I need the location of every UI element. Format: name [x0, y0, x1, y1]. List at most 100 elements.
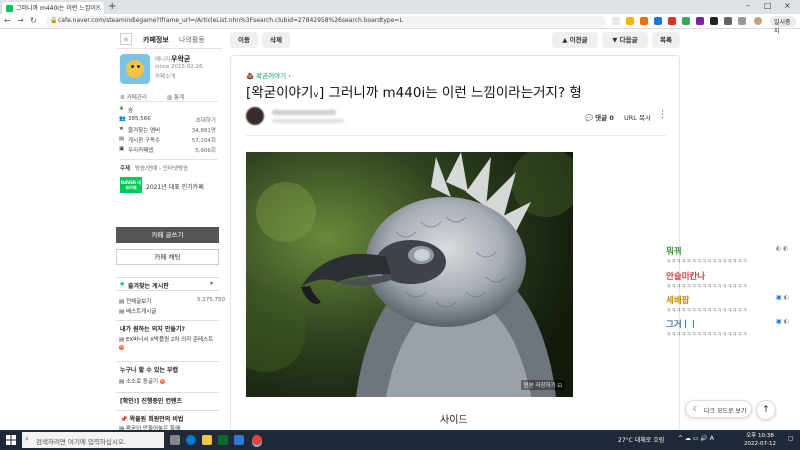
chat-badge-icon: ▣ ◐: [776, 318, 789, 325]
members-row: 👥 385,566 초대하기: [115, 115, 222, 125]
chat-username: 안슬미칸나: [666, 272, 706, 282]
more-options-icon[interactable]: ⋮: [658, 110, 667, 120]
award-row: NAVER 대표카페 2021년 대표 인기카페: [115, 174, 222, 196]
member-count[interactable]: 385,566: [128, 116, 151, 122]
article-photo[interactable]: 원본 저장하기 ⊡: [246, 152, 573, 397]
user-avatar-icon[interactable]: [754, 17, 762, 25]
chat-username: 세베팝: [666, 296, 690, 306]
extension-orange-icon[interactable]: [640, 17, 648, 25]
section-header: [확인!] 진행중인 컨텐츠: [116, 392, 219, 405]
tab-my-activity[interactable]: 나의활동: [179, 35, 205, 45]
since-date: since 2015.02.26.: [155, 64, 205, 70]
write-post-button[interactable]: 카페 글쓰기: [116, 227, 219, 243]
share-icon[interactable]: [612, 17, 620, 25]
clock[interactable]: 오후 10:38 2022-07-12: [744, 432, 776, 448]
minecraft-icon[interactable]: [218, 435, 228, 445]
menu-all-posts[interactable]: ▤ 전체글보기 5,275,750: [119, 297, 225, 305]
section-header: 📌 왁물원 회원만의 비법: [116, 410, 219, 423]
cafe-level: 숲: [128, 108, 134, 114]
prev-post-button[interactable]: ▲ 이전글: [552, 32, 598, 48]
edge-icon[interactable]: [186, 435, 196, 445]
delete-button[interactable]: 삭제: [262, 32, 290, 48]
cafe-intro-link[interactable]: 카페소개: [155, 72, 175, 80]
article-toolbar: 이동 삭제 ▲ 이전글 ▼ 다음글 목록: [230, 29, 680, 51]
comment-link[interactable]: 💬 댓글 0: [585, 112, 614, 122]
board-link[interactable]: 💩 왁굳이야기 ›: [246, 70, 291, 80]
bookmark-star-icon[interactable]: [626, 17, 634, 25]
invite-link[interactable]: 초대하기: [196, 116, 216, 124]
notification-icon[interactable]: ▢: [788, 435, 794, 442]
reload-icon[interactable]: ↻: [30, 16, 37, 25]
extension-v-icon[interactable]: [696, 17, 704, 25]
search-icon: ⌕: [25, 435, 29, 443]
extension-blue-icon[interactable]: [654, 17, 662, 25]
extensions-puzzle-icon[interactable]: [738, 17, 746, 25]
pin-icon: 📌: [120, 416, 128, 423]
cafe-chat-button[interactable]: 카페 채팅: [116, 249, 219, 265]
chevron-down-icon[interactable]: ▾: [210, 280, 213, 287]
cafe-logo[interactable]: [120, 54, 150, 84]
dark-mode-button[interactable]: ☾ 다크 모드로 보기: [685, 400, 752, 418]
stat-row: ▤ 게시판 구독수 57,204회: [119, 136, 216, 144]
tab-strip: 그러니까 m440i는 이런 느낌이... × + – □ ×: [0, 0, 800, 14]
maximize-icon[interactable]: □: [764, 1, 772, 10]
url-copy-button[interactable]: URL 복사: [624, 112, 651, 122]
chat-badge-icon: ▣ ◐: [776, 294, 789, 301]
menu-best-posts[interactable]: ▤ 베스트게시글: [119, 307, 156, 315]
list-button[interactable]: 목록: [652, 32, 680, 48]
theme-value[interactable]: 방송/연예 › 인터넷방송: [135, 164, 188, 172]
extension-red-icon[interactable]: [668, 17, 676, 25]
close-window-icon[interactable]: ×: [784, 1, 791, 10]
minimize-icon[interactable]: –: [746, 1, 750, 10]
eagle-image: [246, 152, 573, 397]
browser-tab[interactable]: 그러니까 m440i는 이런 느낌이... ×: [2, 2, 104, 14]
section-header: 내가 원하는 의지 만들기?: [116, 320, 219, 333]
new-badge-icon: N: [159, 379, 165, 384]
back-icon[interactable]: ←: [4, 16, 11, 25]
theme-row: 주제 방송/연예 › 인터넷방송: [120, 164, 189, 172]
extension-green-icon[interactable]: [682, 17, 690, 25]
tab-cafe-info[interactable]: 카페정보: [143, 35, 169, 45]
weather-widget[interactable]: 27°C 대체로 흐림: [618, 435, 664, 444]
author-avatar[interactable]: [246, 107, 264, 125]
taskbar-search[interactable]: ⌕ 검색하려면 여기에 입력하십시오.: [22, 432, 164, 448]
save-original-button[interactable]: 원본 저장하기 ⊡: [520, 380, 565, 390]
extension-dark-icon[interactable]: [710, 17, 718, 25]
vscode-icon[interactable]: [234, 435, 244, 445]
lock-icon: 🔒: [50, 17, 58, 24]
moon-icon: ☾: [693, 405, 700, 413]
star-icon: ★: [119, 280, 126, 288]
chat-username: 그거ㅣㅣ: [666, 320, 698, 330]
chrome-icon[interactable]: [252, 435, 262, 445]
task-view-icon[interactable]: [170, 435, 180, 445]
forward-icon[interactable]: →: [17, 16, 24, 25]
favorite-star-icon[interactable]: ★: [120, 33, 132, 45]
taskbar: ⌕ 검색하려면 여기에 입력하십시오. 27°C 대체로 흐림 ^ ☁ ▭ 🔊 …: [0, 430, 800, 450]
manager-name[interactable]: 우왁굳: [171, 54, 190, 64]
next-post-button[interactable]: ▼ 다음글: [602, 32, 648, 48]
close-tab-icon[interactable]: ×: [95, 3, 101, 11]
cafe-level-row: ♣ 숲: [115, 105, 222, 115]
profile-chip[interactable]: 일시중지: [770, 16, 796, 35]
move-button[interactable]: 이동: [230, 32, 258, 48]
naver-cafe-favicon-icon: [6, 5, 13, 12]
new-tab-icon[interactable]: +: [108, 1, 116, 12]
cafe-manage-link[interactable]: ⚙ 카페관리: [120, 93, 147, 101]
extension-gray-icon[interactable]: [724, 17, 732, 25]
address-bar[interactable]: 🔒 cafe.naver.com/steamindiegame?iframe_u…: [46, 16, 606, 27]
new-badge-icon: N: [119, 345, 124, 350]
members-icon: 👥: [119, 116, 126, 122]
divider: [246, 135, 666, 136]
stats-link[interactable]: ▥ 통계: [167, 93, 184, 101]
board-icon: ▤: [119, 136, 125, 142]
menu-item[interactable]: ▤ 소소로 둥글기 N: [119, 377, 165, 385]
scroll-top-button[interactable]: ↑: [756, 400, 776, 420]
chat-message: ㅋㅋㅋㅋㅋㅋㅋㅋㅋㅋㅋㅋㅋㅋㅋㅋ: [666, 284, 748, 290]
chat-message: ㅋㅋㅋㅋㅋㅋㅋㅋㅋㅋㅋㅋㅋㅋㅋㅋ: [666, 308, 748, 314]
windows-start-icon[interactable]: [6, 435, 16, 445]
menu-item[interactable]: ▤ EX버너서 X박플원 2차 의자 준테스트 N: [119, 336, 219, 352]
favorite-boards-header[interactable]: ★ 즐겨찾는 게시판 ▾: [116, 277, 219, 291]
system-tray-icons[interactable]: ^ ☁ ▭ 🔊 A: [678, 435, 714, 442]
file-explorer-icon[interactable]: [202, 435, 212, 445]
chat-message: ㅋㅋㅋㅋㅋㅋㅋㅋㅋㅋㅋㅋㅋㅋㅋㅋ: [666, 259, 748, 265]
